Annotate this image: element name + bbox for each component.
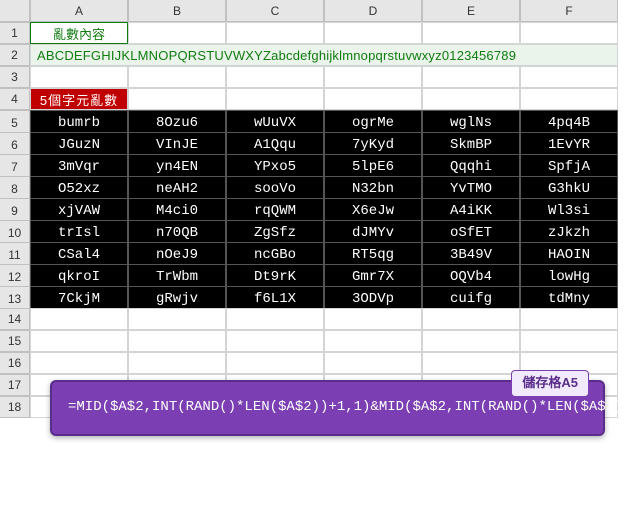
empty-cell[interactable] <box>422 308 520 330</box>
row-header[interactable]: 1 <box>0 22 30 44</box>
charset-cell[interactable]: ABCDEFGHIJKLMNOPQRSTUVWXYZabcdefghijklmn… <box>30 44 618 66</box>
column-header[interactable]: C <box>226 0 324 22</box>
label-5char-random[interactable]: 5個字元亂數 <box>30 88 128 110</box>
cell-a1[interactable]: 亂數內容 <box>30 22 128 44</box>
empty-cell[interactable] <box>422 66 520 88</box>
column-header[interactable]: A <box>30 0 128 22</box>
row-header[interactable]: 4 <box>0 88 30 110</box>
empty-cell[interactable] <box>30 352 128 374</box>
empty-cell[interactable] <box>422 88 520 110</box>
row-header[interactable]: 3 <box>0 66 30 88</box>
formula-callout: 儲存格A5 =MID($A$2,INT(RAND()*LEN($A$2))+1,… <box>50 380 605 436</box>
select-all-corner[interactable] <box>0 0 30 22</box>
empty-cell[interactable] <box>520 308 618 330</box>
empty-cell[interactable] <box>226 330 324 352</box>
empty-cell[interactable] <box>128 330 226 352</box>
empty-cell[interactable] <box>30 330 128 352</box>
row-header[interactable]: 2 <box>0 44 30 66</box>
empty-cell[interactable] <box>226 88 324 110</box>
empty-cell[interactable] <box>226 66 324 88</box>
empty-cell[interactable] <box>422 330 520 352</box>
empty-cell[interactable] <box>30 66 128 88</box>
empty-cell[interactable] <box>128 22 226 44</box>
empty-cell[interactable] <box>128 352 226 374</box>
empty-cell[interactable] <box>226 352 324 374</box>
row-header[interactable]: 14 <box>0 308 30 330</box>
empty-cell[interactable] <box>30 308 128 330</box>
column-header[interactable]: F <box>520 0 618 22</box>
formula-cell-reference: 儲存格A5 <box>511 370 589 397</box>
empty-cell[interactable] <box>324 352 422 374</box>
column-header[interactable]: D <box>324 0 422 22</box>
spreadsheet-grid[interactable]: ABCDEF 1亂數內容2ABCDEFGHIJKLMNOPQRSTUVWXYZab… <box>0 0 633 418</box>
empty-cell[interactable] <box>128 88 226 110</box>
empty-cell[interactable] <box>324 88 422 110</box>
empty-cell[interactable] <box>520 330 618 352</box>
empty-cell[interactable] <box>226 308 324 330</box>
empty-cell[interactable] <box>324 330 422 352</box>
empty-cell[interactable] <box>520 66 618 88</box>
empty-cell[interactable] <box>520 22 618 44</box>
empty-cell[interactable] <box>422 22 520 44</box>
column-header[interactable]: B <box>128 0 226 22</box>
empty-cell[interactable] <box>324 308 422 330</box>
empty-cell[interactable] <box>128 66 226 88</box>
row-header[interactable]: 17 <box>0 374 30 396</box>
column-header[interactable]: E <box>422 0 520 22</box>
empty-cell[interactable] <box>422 352 520 374</box>
formula-text: =MID($A$2,INT(RAND()*LEN($A$2))+1,1)&MID… <box>68 396 587 418</box>
empty-cell[interactable] <box>324 22 422 44</box>
row-header[interactable]: 18 <box>0 396 30 418</box>
row-header[interactable]: 15 <box>0 330 30 352</box>
empty-cell[interactable] <box>520 88 618 110</box>
empty-cell[interactable] <box>128 308 226 330</box>
empty-cell[interactable] <box>226 22 324 44</box>
row-header[interactable]: 16 <box>0 352 30 374</box>
empty-cell[interactable] <box>324 66 422 88</box>
